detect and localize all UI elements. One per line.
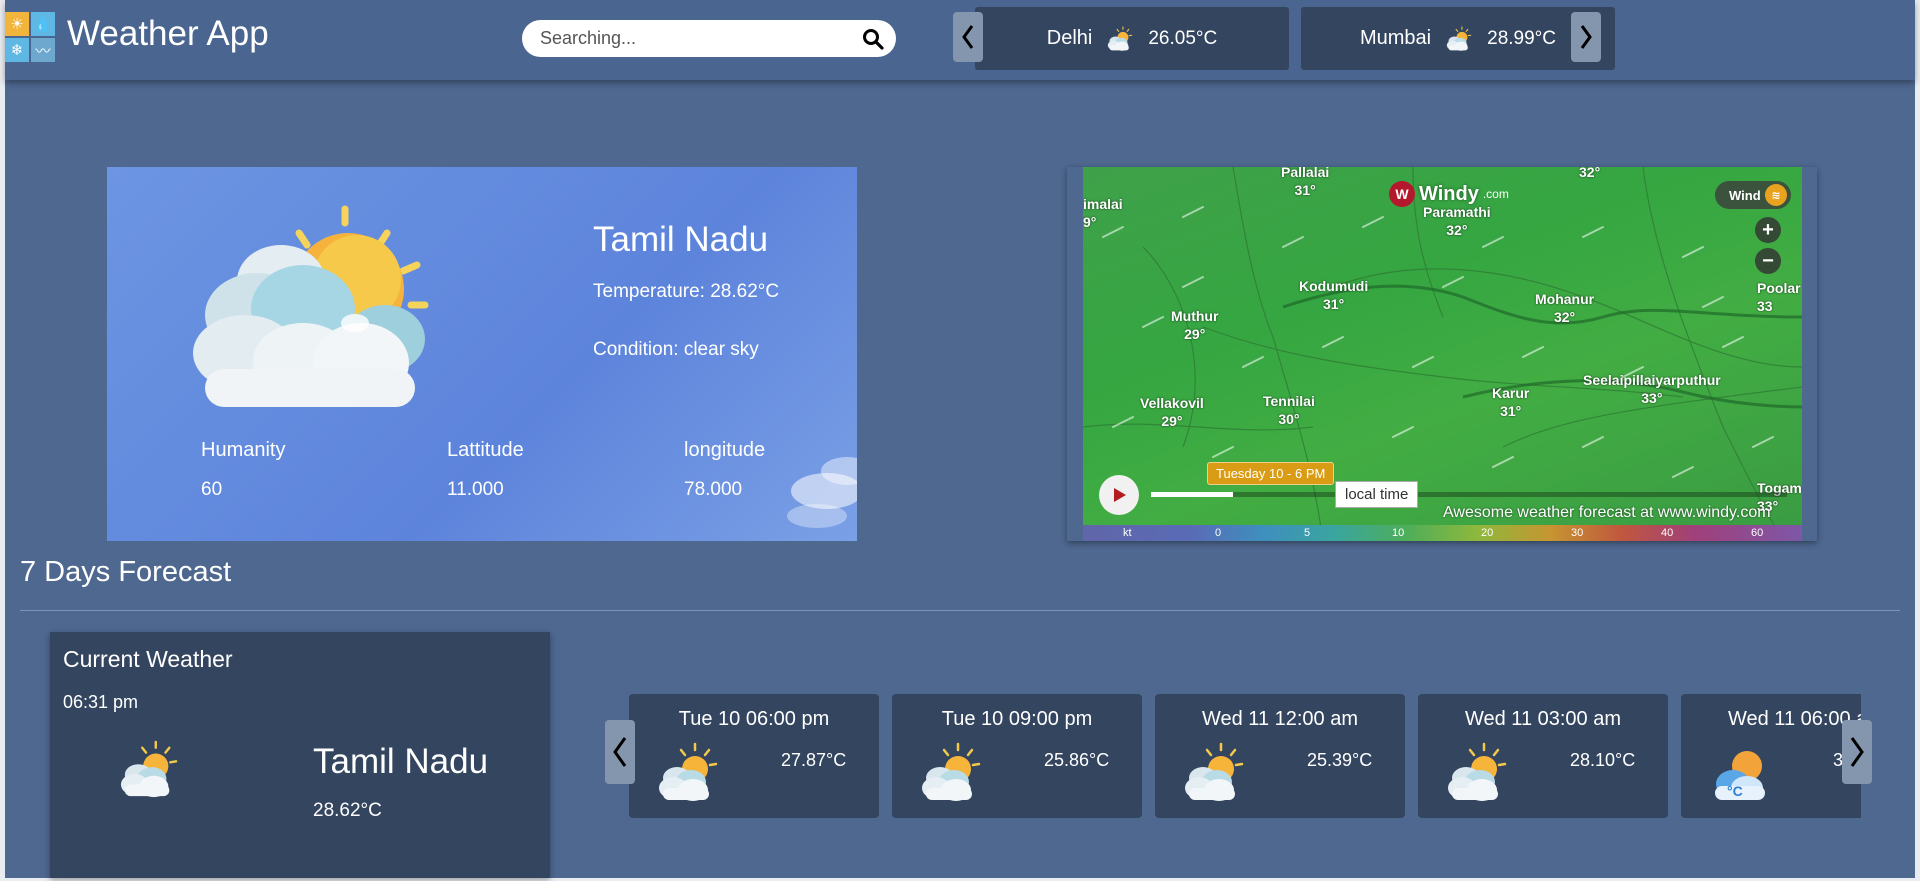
- hour-time: Wed 11 12:00 am: [1201, 708, 1359, 730]
- map-place: Vellakovil 29°: [1140, 395, 1204, 429]
- latitude-value: 11.000: [447, 479, 504, 500]
- timeline-slider[interactable]: [1151, 492, 1787, 497]
- windy-map[interactable]: Pallalai 31° imalai 9° Paramathi 32° 32° Ko…: [1083, 167, 1802, 541]
- windy-mark-icon: W: [1389, 181, 1415, 207]
- partly-cloudy-sun-icon: [918, 742, 984, 804]
- partly-cloudy-sun-icon: [1181, 742, 1247, 804]
- forecast-heading: 7 Days Forecast: [20, 556, 232, 588]
- map-place: Paramathi 32°: [1423, 204, 1491, 238]
- zoom-in-button[interactable]: +: [1755, 217, 1781, 243]
- map-place: Kodumudi 31°: [1299, 278, 1369, 312]
- city-temp: 28.99°C: [1487, 27, 1556, 49]
- search-input[interactable]: [540, 26, 840, 51]
- wind-layer-icon: ≋: [1765, 184, 1787, 206]
- local-time-label: local time: [1335, 481, 1419, 508]
- app-title: Weather App: [67, 14, 269, 53]
- hourly-prev-button[interactable]: [605, 720, 635, 784]
- cloud-sun-celsius-icon: °C: [1715, 751, 1765, 800]
- hourly-next-button[interactable]: [1842, 720, 1872, 784]
- city-temp: 26.05°C: [1148, 27, 1218, 49]
- chevron-right-icon: [1580, 25, 1592, 49]
- partly-cloudy-sun-icon: [1106, 26, 1134, 52]
- latitude-label: Lattitude: [447, 439, 524, 461]
- hour-time: Wed 11 03:00 am: [1464, 708, 1622, 730]
- longitude-label: longitude: [684, 439, 766, 461]
- snowflake-icon: ❄: [5, 38, 29, 62]
- current-weather-card: Tamil Nadu Temperature: 28.62°C Conditio…: [107, 167, 857, 541]
- temperature-text: Temperature: 28.62°C: [593, 281, 780, 302]
- hour-time: Tue 10 06:00 pm: [678, 708, 830, 730]
- humidity-value: 60: [201, 479, 223, 500]
- header-bar: ☀ 💧 ❄ 〰 Weather App Delhi 26.05°C Mumbai…: [5, 0, 1915, 80]
- sun-behind-clouds-icon: [193, 205, 429, 407]
- map-place: Poolar 33: [1757, 280, 1801, 314]
- search-bar: [522, 20, 896, 57]
- play-button[interactable]: [1099, 475, 1139, 515]
- map-place: imalai 9°: [1083, 196, 1123, 230]
- hourly-card[interactable]: Tue 10 09:00 pm 25.86°C: [892, 694, 1142, 818]
- search-icon[interactable]: [862, 28, 884, 50]
- city-name: Mumbai: [1359, 27, 1432, 49]
- condition-text: Condition: clear sky: [593, 339, 759, 360]
- windy-logo[interactable]: W Windy .com: [1389, 181, 1509, 207]
- wind-scale-legend: kt 0 5 10 20 30 40 60: [1083, 525, 1802, 541]
- hourly-card[interactable]: Tue 10 06:00 pm 27.87°C: [629, 694, 879, 818]
- map-place: Seelaipillaiyarputhur 33°: [1583, 372, 1721, 406]
- cloud-decoration: [787, 457, 857, 528]
- hourly-card[interactable]: Wed 11 12:00 am 25.39°C: [1155, 694, 1405, 818]
- partly-cloudy-sun-icon: [1444, 742, 1510, 804]
- map-card: Pallalai 31° imalai 9° Paramathi 32° 32° Ko…: [1067, 167, 1817, 541]
- city-name: Tamil Nadu: [593, 220, 769, 259]
- city-card-delhi[interactable]: Delhi 26.05°C: [975, 7, 1289, 70]
- hour-temp: 27.87°C: [781, 750, 847, 770]
- city-carousel: Delhi 26.05°C Mumbai 28.99°C: [953, 7, 1615, 70]
- hour-temp: 25.86°C: [1044, 750, 1110, 770]
- zoom-out-button[interactable]: −: [1755, 248, 1781, 274]
- partly-cloudy-sun-icon: [116, 740, 182, 800]
- hour-temp: 28.10°C: [1570, 750, 1636, 770]
- current-weather-title: Current Weather: [63, 646, 233, 672]
- hourly-card[interactable]: Wed 11 06:00 am °C 33: [1681, 694, 1861, 818]
- city-next-button[interactable]: [1571, 12, 1601, 62]
- current-temp: 28.62°C: [313, 800, 382, 821]
- current-weather-summary: Current Weather 06:31 pm Tamil Nadu 28.6…: [50, 632, 550, 878]
- hourly-forecast-carousel: Tue 10 06:00 pm 27.87°C Tue 10 09:00 pm …: [607, 694, 1861, 818]
- humidity-label: Humanity: [201, 439, 286, 461]
- wind-icon: 〰: [31, 38, 55, 62]
- map-place: Mohanur 32°: [1535, 291, 1595, 325]
- map-place: 32°: [1579, 167, 1601, 180]
- chevron-left-icon: [962, 25, 974, 49]
- map-place: Muthur 29°: [1171, 308, 1219, 342]
- app-root: ☀ 💧 ❄ 〰 Weather App Delhi 26.05°C Mumbai…: [5, 0, 1915, 878]
- longitude-value: 78.000: [684, 479, 743, 500]
- map-place: Pallalai 31°: [1281, 167, 1330, 198]
- raindrop-icon: 💧: [31, 12, 55, 36]
- city-prev-button[interactable]: [953, 12, 983, 62]
- hour-time: Wed 11 06:00 am: [1727, 708, 1861, 730]
- windy-forecast-link[interactable]: Awesome weather forecast at www.windy.co…: [1443, 504, 1771, 522]
- hourly-card[interactable]: Wed 11 03:00 am 28.10°C: [1418, 694, 1668, 818]
- hour-temp: 25.39°C: [1307, 750, 1373, 770]
- svg-text:°C: °C: [1727, 783, 1743, 799]
- sun-icon: ☀: [5, 12, 29, 36]
- current-time: 06:31 pm: [63, 692, 139, 712]
- divider: [20, 610, 1900, 611]
- city-card-mumbai[interactable]: Mumbai 28.99°C: [1301, 7, 1615, 70]
- hour-time: Tue 10 09:00 pm: [941, 708, 1093, 730]
- partly-cloudy-sun-icon: [1445, 26, 1473, 52]
- map-place: Karur 31°: [1492, 385, 1530, 419]
- map-place: Tennilai 30°: [1263, 393, 1315, 427]
- app-logo: ☀ 💧 ❄ 〰: [5, 12, 55, 62]
- chevron-right-icon: [1850, 737, 1864, 767]
- current-city: Tamil Nadu: [313, 742, 489, 781]
- time-tooltip: Tuesday 10 - 6 PM: [1207, 462, 1335, 485]
- play-icon: [1114, 488, 1126, 502]
- partly-cloudy-sun-icon: [655, 742, 721, 804]
- wind-layer-button[interactable]: Wind ≋: [1715, 181, 1791, 209]
- city-name: Delhi: [1046, 27, 1093, 49]
- chevron-left-icon: [613, 737, 627, 767]
